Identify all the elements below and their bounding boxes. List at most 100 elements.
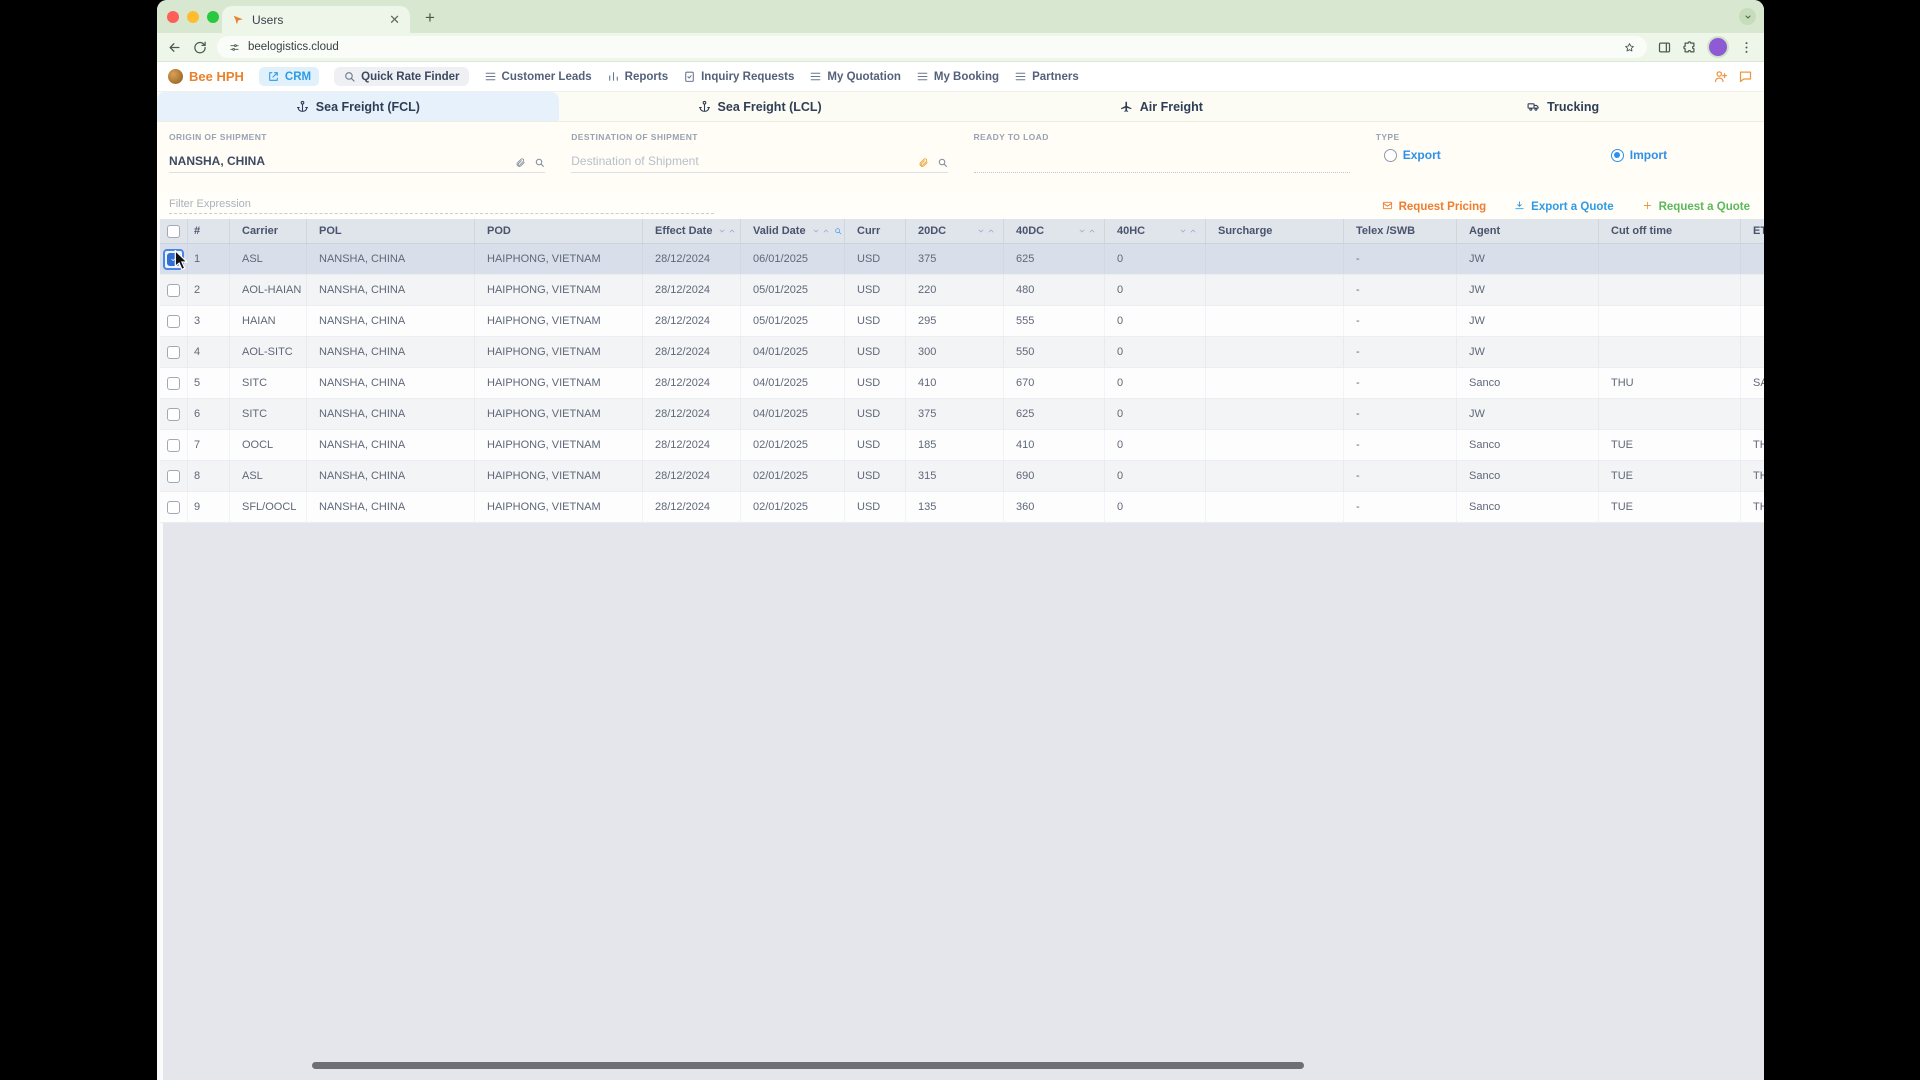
table-row[interactable]: 1ASLNANSHA, CHINAHAIPHONG, VIETNAM28/12/… xyxy=(160,244,1764,275)
cell-hc40: 0 xyxy=(1105,492,1206,522)
table-row[interactable]: 7OOCLNANSHA, CHINAHAIPHONG, VIETNAM28/12… xyxy=(160,430,1764,461)
nav-item-quick-rate-finder[interactable]: Quick Rate Finder xyxy=(334,67,468,86)
search-icon[interactable] xyxy=(534,157,545,168)
nav-item-label: Quick Rate Finder xyxy=(361,71,459,83)
cell-num: 3 xyxy=(188,306,230,336)
sort-carets[interactable] xyxy=(1179,227,1197,235)
table-row[interactable]: 3HAIANNANSHA, CHINAHAIPHONG, VIETNAM28/1… xyxy=(160,306,1764,337)
cell-dc40: 360 xyxy=(1004,492,1105,522)
request-a-quote-button[interactable]: Request a Quote xyxy=(1642,200,1750,214)
cell-etd: THU xyxy=(1741,492,1764,522)
table-row[interactable]: 5SITCNANSHA, CHINAHAIPHONG, VIETNAM28/12… xyxy=(160,368,1764,399)
row-checkbox[interactable] xyxy=(167,408,180,421)
table-row[interactable]: 9SFL/OOCLNANSHA, CHINAHAIPHONG, VIETNAM2… xyxy=(160,492,1764,523)
nav-item-my-quotation[interactable]: My Quotation xyxy=(809,70,900,83)
address-bar[interactable]: beelogistics.cloud xyxy=(217,36,1647,58)
cell-select[interactable] xyxy=(160,368,188,398)
search-icon[interactable] xyxy=(937,157,948,168)
cell-select[interactable] xyxy=(160,430,188,460)
brand[interactable]: Bee HPH xyxy=(168,69,244,84)
list-icon xyxy=(916,70,929,83)
cell-select[interactable] xyxy=(160,306,188,336)
table-row[interactable]: 8ASLNANSHA, CHINAHAIPHONG, VIETNAM28/12/… xyxy=(160,461,1764,492)
nav-item-inquiry-requests[interactable]: Inquiry Requests xyxy=(683,70,794,83)
cell-select[interactable] xyxy=(160,492,188,522)
row-checkbox[interactable] xyxy=(167,346,180,359)
tab-sea-freight-lcl[interactable]: Sea Freight (LCL) xyxy=(559,92,961,121)
cell-select[interactable] xyxy=(160,275,188,305)
table-header-cell-40hc[interactable]: 40HC xyxy=(1105,219,1206,243)
browser-tab[interactable]: Users ✕ xyxy=(222,6,410,33)
nav-item-crm[interactable]: CRM xyxy=(259,67,319,86)
app-navbar: Bee HPH CRM Quick Rate Finder Customer Lea… xyxy=(157,62,1764,92)
table-row[interactable]: 6SITCNANSHA, CHINAHAIPHONG, VIETNAM28/12… xyxy=(160,399,1764,430)
cell-select[interactable] xyxy=(160,399,188,429)
row-checkbox[interactable] xyxy=(167,315,180,328)
table-row[interactable]: 2AOL-HAIANNANSHA, CHINAHAIPHONG, VIETNAM… xyxy=(160,275,1764,306)
horizontal-scrollbar[interactable] xyxy=(312,1062,1304,1069)
radio-export[interactable]: Export xyxy=(1384,148,1441,162)
column-search-icon[interactable] xyxy=(834,227,842,235)
minimize-window-button[interactable] xyxy=(187,11,199,23)
nav-item-label: Partners xyxy=(1032,71,1079,83)
tab-close-icon[interactable]: ✕ xyxy=(389,13,400,26)
select-all-checkbox[interactable] xyxy=(167,225,180,238)
cell-carrier: AOL-SITC xyxy=(230,337,307,367)
row-checkbox[interactable] xyxy=(167,439,180,452)
tab-air-freight[interactable]: Air Freight xyxy=(961,92,1363,121)
tab-sea-freight-fcl[interactable]: Sea Freight (FCL) xyxy=(157,92,559,121)
sort-carets[interactable] xyxy=(812,227,830,235)
table-row[interactable]: 4AOL-SITCNANSHA, CHINAHAIPHONG, VIETNAM2… xyxy=(160,337,1764,368)
search-icon xyxy=(834,227,842,235)
cell-hc40: 0 xyxy=(1105,244,1206,274)
nav-item-customer-leads[interactable]: Customer Leads xyxy=(484,70,592,83)
table-header-cell-select[interactable] xyxy=(160,219,188,243)
table-header-cell-20dc[interactable]: 20DC xyxy=(906,219,1004,243)
back-icon[interactable] xyxy=(167,40,182,55)
bookmark-star-icon[interactable] xyxy=(1624,42,1635,53)
row-checkbox[interactable] xyxy=(167,284,180,297)
side-panel-icon[interactable] xyxy=(1657,40,1672,55)
cell-select[interactable] xyxy=(160,337,188,367)
table-header-cell-40dc[interactable]: 40DC xyxy=(1004,219,1105,243)
ready-to-load-input[interactable] xyxy=(974,142,1350,173)
cell-hc40: 0 xyxy=(1105,337,1206,367)
nav-item-partners[interactable]: Partners xyxy=(1014,70,1079,83)
nav-item-reports[interactable]: Reports xyxy=(607,70,668,83)
origin-input[interactable]: NANSHA, CHINA xyxy=(169,142,545,173)
tab-search-button[interactable] xyxy=(1739,8,1756,25)
profile-avatar[interactable] xyxy=(1707,36,1729,58)
sort-carets[interactable] xyxy=(1078,227,1096,235)
destination-input[interactable]: Destination of Shipment xyxy=(571,142,947,173)
caret-up-icon xyxy=(987,227,995,235)
export-a-quote-button[interactable]: Export a Quote xyxy=(1514,200,1613,214)
tab-trucking[interactable]: Trucking xyxy=(1362,92,1764,121)
radio-import[interactable]: Import xyxy=(1611,148,1667,162)
row-checkbox[interactable] xyxy=(167,501,180,514)
close-window-button[interactable] xyxy=(167,11,179,23)
cell-pol: NANSHA, CHINA xyxy=(307,368,475,398)
nav-item-my-booking[interactable]: My Booking xyxy=(916,70,999,83)
paperclip-icon[interactable] xyxy=(515,157,526,168)
rate-search-form: ORIGIN OF SHIPMENT NANSHA, CHINA DESTINA… xyxy=(157,122,1764,191)
table-header-cell-valid-date[interactable]: Valid Date xyxy=(741,219,845,243)
chat-icon[interactable] xyxy=(1738,69,1753,84)
site-settings-icon[interactable] xyxy=(229,42,240,53)
person-add-icon[interactable] xyxy=(1713,69,1728,84)
sort-carets[interactable] xyxy=(977,227,995,235)
action-label: Request a Quote xyxy=(1659,201,1750,213)
row-checkbox[interactable] xyxy=(167,377,180,390)
new-tab-button[interactable]: + xyxy=(425,8,435,28)
filter-expression-input[interactable]: Filter Expression xyxy=(169,198,714,214)
zoom-window-button[interactable] xyxy=(207,11,219,23)
paperclip-icon[interactable] xyxy=(918,157,929,168)
refresh-icon[interactable] xyxy=(192,40,207,55)
table-header-cell-effect-date[interactable]: Effect Date xyxy=(643,219,741,243)
cell-curr: USD xyxy=(845,492,906,522)
extensions-puzzle-icon[interactable] xyxy=(1682,40,1697,55)
row-checkbox[interactable] xyxy=(167,470,180,483)
browser-menu-icon[interactable] xyxy=(1739,40,1754,55)
request-pricing-button[interactable]: Request Pricing xyxy=(1382,200,1487,214)
cell-select[interactable] xyxy=(160,461,188,491)
sort-carets[interactable] xyxy=(718,227,736,235)
